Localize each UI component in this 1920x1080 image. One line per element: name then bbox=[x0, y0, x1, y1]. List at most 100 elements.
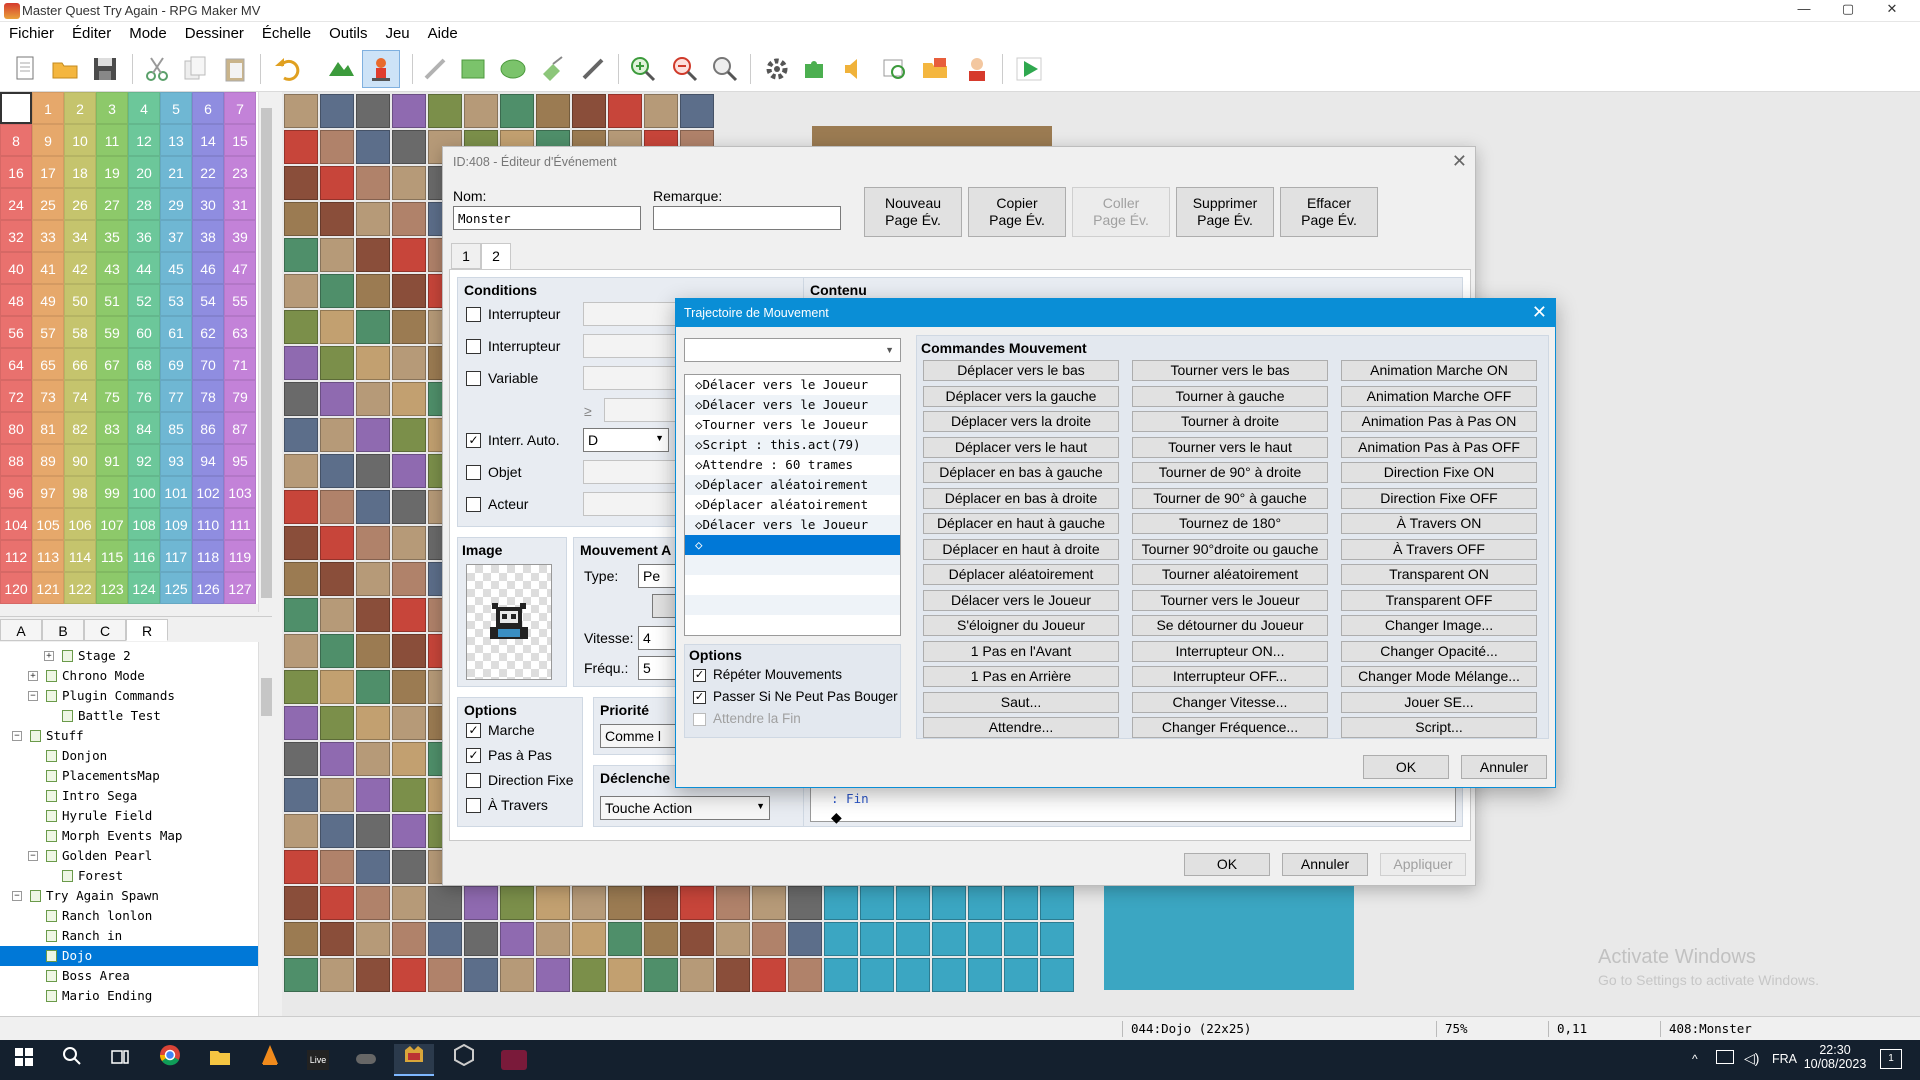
move-command-button[interactable]: Tourner aléatoirement bbox=[1132, 564, 1328, 585]
region-cell[interactable]: 63 bbox=[224, 316, 256, 348]
tile[interactable] bbox=[500, 922, 534, 956]
move-command-button[interactable]: Changer Mode Mélange... bbox=[1341, 666, 1537, 687]
region-cell[interactable]: 37 bbox=[160, 220, 192, 252]
region-cell[interactable]: 57 bbox=[32, 316, 64, 348]
tile[interactable] bbox=[392, 598, 426, 632]
clock[interactable]: 22:30 10/08/2023 bbox=[1800, 1043, 1870, 1071]
tile[interactable] bbox=[752, 886, 786, 920]
note-field[interactable] bbox=[653, 206, 841, 230]
playtest-icon[interactable] bbox=[1014, 54, 1044, 84]
menu-aide[interactable]: Aide bbox=[419, 22, 467, 46]
plugin-manager-icon[interactable] bbox=[800, 54, 830, 84]
tile[interactable] bbox=[392, 922, 426, 956]
maximize-button[interactable]: ▢ bbox=[1828, 1, 1868, 21]
region-cell[interactable]: 109 bbox=[160, 508, 192, 540]
contents-end-marker[interactable]: ◆ bbox=[831, 809, 842, 826]
region-cell[interactable]: 27 bbox=[96, 188, 128, 220]
region-cell[interactable]: 88 bbox=[0, 444, 32, 476]
expand-icon[interactable]: + bbox=[44, 651, 54, 661]
region-cell[interactable]: 122 bbox=[64, 572, 96, 604]
region-cell[interactable]: 52 bbox=[128, 284, 160, 316]
region-cell[interactable]: 44 bbox=[128, 252, 160, 284]
tile[interactable] bbox=[392, 310, 426, 344]
tile[interactable] bbox=[284, 922, 318, 956]
move-command-button[interactable]: Déplacer vers la droite bbox=[923, 411, 1119, 432]
region-cell[interactable]: 66 bbox=[64, 348, 96, 380]
cut-icon[interactable] bbox=[142, 54, 172, 84]
actual-size-icon[interactable] bbox=[710, 54, 740, 84]
map-tree-item[interactable]: − Golden Pearl bbox=[0, 846, 258, 866]
tile[interactable] bbox=[392, 274, 426, 308]
tile[interactable] bbox=[320, 814, 354, 848]
condition-item-checkbox[interactable] bbox=[466, 465, 481, 480]
tile[interactable] bbox=[716, 958, 750, 992]
delete-page-button[interactable]: Supprimer Page Év. bbox=[1176, 187, 1274, 237]
move-command-button[interactable]: Changer Opacité... bbox=[1341, 640, 1537, 662]
route-list-item[interactable]: ◇Tourner vers le Joueur bbox=[685, 415, 900, 435]
database-icon[interactable] bbox=[762, 54, 792, 84]
tile[interactable] bbox=[932, 886, 966, 920]
tile[interactable] bbox=[392, 202, 426, 236]
region-cell[interactable]: 48 bbox=[0, 284, 32, 316]
tile[interactable] bbox=[392, 526, 426, 560]
event-image[interactable] bbox=[466, 564, 552, 680]
tile[interactable] bbox=[824, 958, 858, 992]
tile[interactable] bbox=[356, 310, 390, 344]
tile[interactable] bbox=[392, 418, 426, 452]
tile[interactable] bbox=[320, 562, 354, 596]
route-list-item[interactable]: ◇Délacer vers le Joueur bbox=[685, 375, 900, 395]
tile[interactable] bbox=[464, 922, 498, 956]
tile[interactable] bbox=[320, 850, 354, 884]
tile[interactable] bbox=[392, 454, 426, 488]
selfswitch-select[interactable]: D ▼ bbox=[583, 428, 669, 452]
region-cell[interactable]: 12 bbox=[128, 124, 160, 156]
tile[interactable] bbox=[284, 850, 318, 884]
region-cell[interactable]: 76 bbox=[128, 380, 160, 412]
region-cell[interactable]: 59 bbox=[96, 316, 128, 348]
tile[interactable] bbox=[500, 886, 534, 920]
tile[interactable] bbox=[392, 130, 426, 164]
tile[interactable] bbox=[320, 634, 354, 668]
tile[interactable] bbox=[284, 310, 318, 344]
move-command-button[interactable]: Transparent OFF bbox=[1341, 589, 1537, 611]
region-cell[interactable]: 75 bbox=[96, 380, 128, 412]
move-command-button[interactable]: Déplacer en haut à gauche bbox=[923, 513, 1119, 534]
tile[interactable] bbox=[284, 166, 318, 200]
stepping-checkbox[interactable]: ✓ bbox=[466, 748, 481, 763]
tile[interactable] bbox=[500, 94, 534, 128]
move-command-button[interactable]: Se détourner du Joueur bbox=[1132, 615, 1328, 636]
tile[interactable] bbox=[536, 886, 570, 920]
vlc-icon[interactable] bbox=[250, 1044, 290, 1076]
open-project-icon[interactable] bbox=[50, 54, 80, 84]
shadow-pen-icon[interactable] bbox=[578, 54, 608, 84]
region-cell[interactable]: 127 bbox=[224, 572, 256, 604]
tile[interactable] bbox=[284, 742, 318, 776]
event-editor-close-icon[interactable]: ✕ bbox=[1452, 151, 1467, 172]
region-cell[interactable]: 51 bbox=[96, 284, 128, 316]
move-command-button[interactable]: Changer Vitesse... bbox=[1132, 691, 1328, 713]
sound-test-icon[interactable] bbox=[840, 54, 870, 84]
tile[interactable] bbox=[608, 94, 642, 128]
tile[interactable] bbox=[356, 562, 390, 596]
move-command-button[interactable]: Délacer vers le Joueur bbox=[923, 589, 1119, 611]
tile[interactable] bbox=[464, 886, 498, 920]
tile[interactable] bbox=[284, 670, 318, 704]
region-cell[interactable]: 56 bbox=[0, 316, 32, 348]
region-cell[interactable]: 82 bbox=[64, 412, 96, 444]
region-cell[interactable]: 120 bbox=[0, 572, 32, 604]
condition-switch1-checkbox[interactable] bbox=[466, 307, 481, 322]
tile[interactable] bbox=[356, 130, 390, 164]
new-project-icon[interactable] bbox=[10, 54, 40, 84]
move-route-cancel-button[interactable]: Annuler bbox=[1461, 755, 1547, 779]
tile[interactable] bbox=[644, 94, 678, 128]
tile[interactable] bbox=[356, 886, 390, 920]
paste-icon[interactable] bbox=[220, 54, 250, 84]
region-cell[interactable]: 102 bbox=[192, 476, 224, 508]
walking-checkbox[interactable]: ✓ bbox=[466, 723, 481, 738]
move-command-button[interactable]: Déplacer en bas à droite bbox=[923, 487, 1119, 509]
tile[interactable] bbox=[356, 346, 390, 380]
cancel-button[interactable]: Annuler bbox=[1282, 853, 1368, 876]
move-command-button[interactable]: À Travers ON bbox=[1341, 513, 1537, 534]
region-cell[interactable]: 114 bbox=[64, 540, 96, 572]
move-command-button[interactable]: Transparent ON bbox=[1341, 564, 1537, 585]
